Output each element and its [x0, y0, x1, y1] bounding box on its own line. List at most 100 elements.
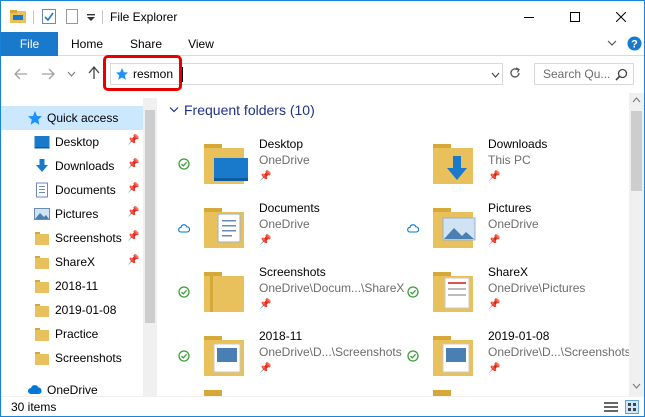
folder-location: This PC — [488, 153, 531, 167]
synced-check-icon — [178, 158, 190, 170]
pin-icon: 📌 — [259, 363, 272, 374]
maximize-icon — [570, 11, 580, 22]
search-box[interactable]: Search Qu... — [534, 63, 634, 85]
sidebar-item-sharex[interactable]: ShareX 📌 — [1, 250, 143, 274]
synced-check-icon — [407, 286, 419, 298]
folder-location: OneDrive — [488, 217, 539, 231]
navigation-pane-scrollbar-thumb[interactable] — [145, 110, 155, 323]
maximize-button[interactable] — [552, 1, 598, 32]
pin-icon: 📌 — [488, 299, 501, 310]
folder-location: OneDrive\D...\Screenshots — [488, 345, 629, 359]
folder-name: 2018-11 — [259, 329, 303, 343]
synced-check-icon — [407, 350, 419, 362]
item-count: 30 items — [11, 400, 57, 414]
pin-icon: 📌 — [127, 135, 140, 146]
sidebar-item-label: Documents — [55, 183, 116, 197]
navigation-pane: Quick access Desktop 📌 Downloads 📌 Docum… — [1, 98, 157, 396]
back-arrow-icon[interactable] — [14, 68, 28, 80]
quick-access-toolbar-dropdown-icon[interactable] — [86, 14, 96, 22]
folder-icon — [433, 390, 451, 396]
sidebar-item-label: Screenshots — [55, 351, 122, 365]
sidebar-item-downloads[interactable]: Downloads 📌 — [1, 154, 143, 178]
sidebar-item-practice[interactable]: Practice — [1, 322, 143, 346]
scroll-up-icon[interactable] — [632, 97, 641, 103]
pictures-folder-icon — [433, 208, 476, 248]
folder-tile-2019-01-08[interactable]: 2019-01-08 OneDrive\D...\Screenshots 📌 — [397, 322, 629, 386]
up-arrow-icon[interactable] — [88, 66, 100, 80]
tab-home[interactable]: Home — [62, 32, 112, 56]
recent-locations-chevron-icon[interactable] — [67, 71, 76, 77]
search-icon[interactable] — [615, 68, 628, 81]
pictures-icon — [34, 208, 50, 220]
sidebar-item-documents[interactable]: Documents 📌 — [1, 178, 143, 202]
sidebar-item-label: Desktop — [55, 135, 100, 149]
close-button[interactable] — [598, 1, 644, 32]
sidebar-item-quick-access[interactable]: Quick access — [1, 106, 143, 130]
pin-icon: 📌 — [488, 235, 501, 246]
refresh-icon[interactable] — [508, 66, 522, 80]
folder-tile-2018-11[interactable]: 2018-11 OneDrive\D...\Screenshots 📌 — [168, 322, 402, 386]
forward-arrow-icon[interactable] — [41, 68, 55, 80]
synced-check-icon — [178, 350, 190, 362]
large-icons-view-icon[interactable] — [625, 400, 639, 414]
folder-tile-pictures[interactable]: Pictures OneDrive 📌 — [397, 194, 625, 258]
sidebar-item-2019-01-08[interactable]: 2019-01-08 — [1, 298, 143, 322]
svg-text:?: ? — [631, 39, 638, 51]
title-bar: File Explorer — [1, 1, 644, 32]
folder-icon — [433, 272, 473, 312]
tab-file[interactable]: File — [1, 32, 58, 56]
sidebar-item-label: Screenshots — [55, 231, 122, 245]
minimize-button[interactable] — [506, 1, 552, 32]
window-title: File Explorer — [110, 10, 178, 24]
help-icon[interactable]: ? — [627, 36, 642, 51]
downloads-folder-icon — [433, 144, 473, 184]
sidebar-item-screenshots-2[interactable]: Screenshots — [1, 346, 143, 370]
status-bar: 30 items — [1, 396, 644, 416]
folder-icon — [204, 272, 244, 312]
folder-tile-downloads[interactable]: Downloads This PC 📌 — [397, 130, 625, 194]
sidebar-item-desktop[interactable]: Desktop 📌 — [1, 130, 143, 154]
address-history-chevron-icon[interactable] — [491, 72, 500, 78]
properties-icon[interactable] — [41, 8, 57, 25]
folder-icon — [35, 328, 49, 341]
folder-icon — [35, 232, 49, 245]
group-header-frequent-folders[interactable]: Frequent folders (10) — [184, 102, 315, 118]
sidebar-item-2018-11[interactable]: 2018-11 — [1, 274, 143, 298]
folder-location: OneDrive — [259, 217, 310, 231]
tab-view[interactable]: View — [176, 32, 226, 56]
sidebar-item-onedrive[interactable]: OneDrive — [1, 378, 143, 396]
scroll-down-icon[interactable] — [632, 383, 641, 389]
sidebar-item-screenshots[interactable]: Screenshots 📌 — [1, 226, 143, 250]
folder-tile-sharex[interactable]: ShareX OneDrive\Pictures 📌 — [397, 258, 625, 322]
star-icon — [28, 111, 42, 125]
new-folder-icon[interactable] — [65, 8, 79, 25]
file-explorer-app-icon[interactable] — [9, 8, 27, 25]
pin-icon: 📌 — [127, 159, 140, 170]
desktop-icon — [34, 136, 50, 149]
file-explorer-window: File Explorer File Home Share View ? res… — [0, 0, 645, 417]
close-icon — [616, 11, 626, 22]
expand-ribbon-icon[interactable] — [607, 40, 617, 47]
folder-name: Downloads — [488, 137, 548, 151]
pin-icon: 📌 — [127, 255, 140, 266]
folder-name: Pictures — [488, 201, 532, 215]
search-input[interactable]: Search Qu... — [543, 67, 610, 81]
folder-location: OneDrive\Pictures — [488, 281, 586, 295]
folder-icon — [35, 352, 49, 365]
folder-tile-screenshots[interactable]: Screenshots OneDrive\Docum...\ShareX 📌 — [168, 258, 404, 322]
synced-check-icon — [178, 286, 190, 298]
sidebar-item-label: 2019-01-08 — [55, 303, 117, 317]
folder-icon — [35, 280, 49, 293]
folder-tile-documents[interactable]: Documents OneDrive 📌 — [168, 194, 396, 258]
sidebar-item-label: 2018-11 — [55, 279, 99, 293]
collapse-group-chevron-icon[interactable] — [169, 105, 179, 115]
folder-tile-desktop[interactable]: Desktop OneDrive 📌 — [168, 130, 396, 194]
folder-icon — [35, 304, 49, 317]
content-pane-scrollbar-thumb[interactable] — [631, 111, 642, 191]
pin-icon: 📌 — [127, 207, 140, 218]
address-bar[interactable]: resmon — [110, 63, 503, 85]
address-input[interactable]: resmon — [133, 67, 173, 81]
sidebar-item-pictures[interactable]: Pictures 📌 — [1, 202, 143, 226]
tab-share[interactable]: Share — [121, 32, 171, 56]
details-view-icon[interactable] — [604, 401, 618, 413]
